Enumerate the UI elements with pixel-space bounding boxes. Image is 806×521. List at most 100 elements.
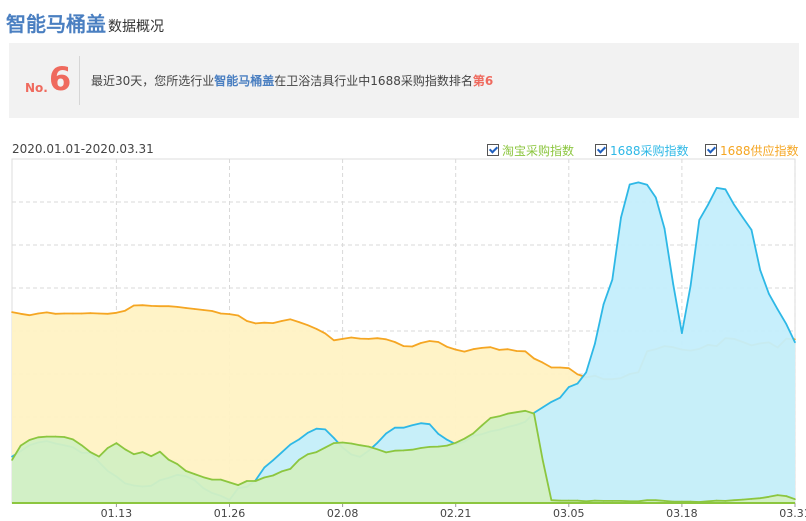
series-2-point <box>237 484 239 486</box>
series-0-point <box>263 321 266 324</box>
series-0-point <box>428 340 431 342</box>
series-0-point <box>72 312 74 315</box>
series-0-point <box>524 350 527 353</box>
series-0-point <box>489 346 492 349</box>
series-2-point <box>446 444 448 447</box>
series-1-point <box>446 438 448 441</box>
area-chart: 01.13 01.26 02.08 02.21 03.05 03.18 03.31 <box>11 158 806 520</box>
series-0-point <box>202 309 205 311</box>
series-1-point <box>333 437 335 439</box>
series-1-point <box>602 303 605 306</box>
series-1-point <box>559 396 561 399</box>
series-2-point <box>28 439 31 441</box>
series-0-point <box>376 337 379 340</box>
series-2-point <box>437 445 440 448</box>
x-tick-label: 03.31 <box>779 507 806 520</box>
series-2-point <box>715 499 718 502</box>
series-2-point <box>411 448 414 451</box>
series-2-point <box>159 450 161 453</box>
series-0-point <box>324 332 327 335</box>
series-0-point <box>568 367 570 370</box>
series-1-point <box>411 424 414 427</box>
x-tick-label: 02.21 <box>440 507 472 520</box>
series-2-point <box>141 451 144 453</box>
series-2-point <box>420 447 422 449</box>
series-1-point <box>681 332 683 334</box>
series-2-point <box>46 435 48 438</box>
series-2-point <box>481 424 483 427</box>
series-2-point <box>150 455 152 458</box>
series-0-point <box>341 338 344 340</box>
series-2-point <box>524 410 527 412</box>
series-0-point <box>289 318 292 321</box>
series-1-point <box>550 401 553 403</box>
series-2-point <box>220 478 222 481</box>
series-0-point <box>272 322 274 324</box>
series-1-point <box>742 216 744 219</box>
series-2-point <box>559 499 561 502</box>
series-2-point <box>63 436 65 438</box>
x-tick-label: 01.13 <box>101 507 133 520</box>
series-0-point <box>333 339 335 342</box>
series-1-point <box>263 466 266 469</box>
series-0-point <box>385 338 387 341</box>
series-2-point <box>19 444 22 447</box>
series-0-point <box>211 310 213 312</box>
series-1-point <box>637 181 640 184</box>
series-2-point <box>298 458 300 461</box>
series-2-point <box>89 451 92 453</box>
series-1-point <box>272 459 274 462</box>
series-2-point <box>655 499 657 502</box>
series-1-point <box>698 219 701 221</box>
series-2-point <box>202 476 205 479</box>
series-1-point <box>280 451 283 454</box>
series-0-point <box>515 350 518 352</box>
series-2-point <box>394 449 396 452</box>
series-0-point <box>89 312 92 314</box>
series-2-point <box>98 455 100 458</box>
series-1-point <box>620 216 622 219</box>
series-2-point <box>515 411 518 414</box>
series-1-point <box>420 422 422 425</box>
series-2-point <box>254 480 257 482</box>
series-2-point <box>350 442 353 445</box>
series-1-point <box>585 371 587 374</box>
series-0-point <box>106 313 109 315</box>
series-1-point <box>541 406 544 409</box>
series-2-point <box>768 496 770 498</box>
series-2-point <box>72 438 74 441</box>
series-1-point <box>11 455 13 458</box>
series-2-point <box>585 500 587 503</box>
series-1-point <box>324 428 327 431</box>
series-0-point <box>141 304 144 307</box>
series-0-point <box>133 304 135 307</box>
series-2-point <box>115 442 118 444</box>
series-1-point <box>663 227 666 230</box>
series-0-point <box>220 312 222 315</box>
series-2-point <box>341 441 344 444</box>
series-1-point <box>376 442 379 444</box>
series-2-point <box>376 448 379 451</box>
series-2-point <box>759 497 761 500</box>
series-0-point <box>167 305 170 308</box>
series-1-point <box>402 426 405 429</box>
series-0-point <box>63 312 65 315</box>
series-0-point <box>80 312 83 315</box>
series-0-point <box>541 361 544 364</box>
series-1-point <box>750 229 753 231</box>
series-0-point <box>298 321 300 323</box>
series-0-point <box>254 322 257 325</box>
series-0-point <box>454 348 457 351</box>
series-2-point <box>37 436 39 439</box>
series-1-point <box>785 323 788 325</box>
series-0-point <box>185 307 187 309</box>
series-1-point <box>594 342 596 345</box>
series-1-point <box>576 382 579 385</box>
series-2-point <box>263 476 266 479</box>
series-1-point <box>733 204 735 206</box>
page: { "header": { "title": "智能马桶盖", "subtitl… <box>0 0 806 521</box>
series-1-point <box>646 184 648 186</box>
series-1-point <box>428 423 431 426</box>
series-2-point <box>80 444 83 447</box>
series-2-point <box>385 451 387 454</box>
